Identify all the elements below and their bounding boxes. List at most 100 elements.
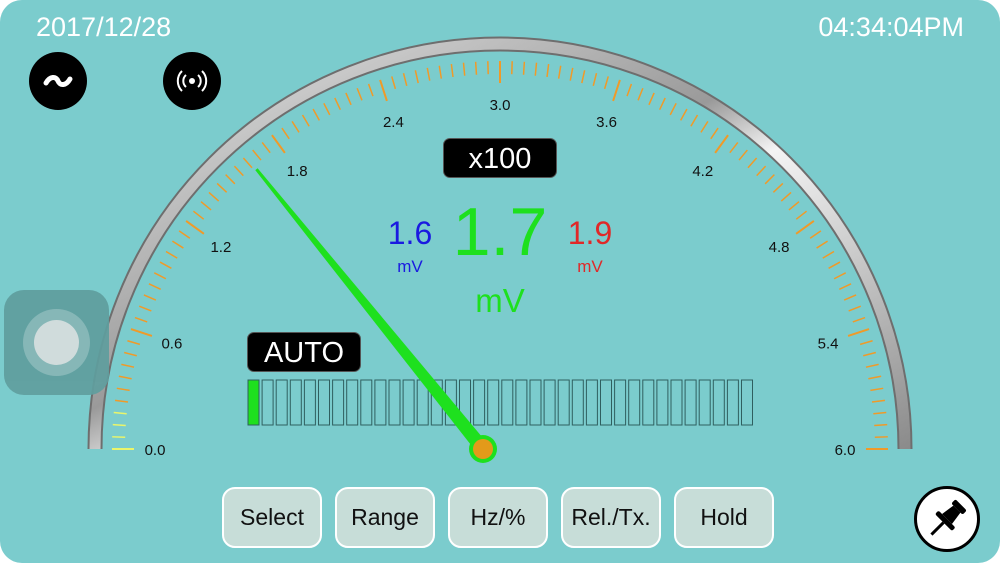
bar-graph-segment bbox=[318, 379, 330, 426]
gauge-tick bbox=[747, 157, 758, 169]
gauge-tick bbox=[252, 149, 262, 161]
relative-button[interactable]: Rel./Tx. bbox=[561, 487, 661, 548]
gauge-tick bbox=[242, 157, 253, 169]
gauge-tick bbox=[391, 76, 397, 90]
bar-graph-segment bbox=[303, 379, 316, 426]
select-button[interactable]: Select bbox=[222, 487, 322, 548]
needle-hub-cap bbox=[473, 439, 493, 459]
gauge-tick bbox=[165, 250, 178, 259]
gauge-tick bbox=[710, 127, 719, 140]
bar-graph bbox=[247, 379, 753, 426]
gauge-tick bbox=[192, 210, 205, 220]
bar-graph-segment bbox=[600, 379, 612, 426]
gauge-tick bbox=[764, 174, 775, 185]
hz-percent-button[interactable]: Hz/% bbox=[448, 487, 548, 548]
bar-graph-segment bbox=[670, 379, 683, 426]
gauge-tick bbox=[729, 141, 739, 154]
gauge-tick bbox=[233, 165, 244, 177]
gauge-tick bbox=[312, 108, 320, 121]
gauge-tick bbox=[200, 201, 212, 211]
gauge-tick bbox=[185, 220, 205, 235]
gauge-tick bbox=[863, 351, 876, 357]
gauge-tick bbox=[714, 134, 729, 154]
gauge-tick bbox=[871, 399, 886, 403]
hold-button[interactable]: Hold bbox=[674, 487, 774, 548]
main-value: 1.7 bbox=[452, 194, 548, 270]
gauge-tick bbox=[795, 220, 815, 235]
gauge-tick bbox=[414, 70, 419, 84]
gauge-tick bbox=[130, 328, 153, 337]
max-unit: mV bbox=[577, 257, 603, 276]
bar-graph-segment bbox=[585, 379, 598, 426]
gauge-tick bbox=[116, 387, 130, 392]
gauge-tick bbox=[216, 182, 228, 193]
gauge-tick bbox=[833, 272, 847, 280]
bar-graph-segment bbox=[388, 379, 401, 426]
gauge-tick bbox=[843, 294, 857, 301]
bar-graph-segment bbox=[360, 379, 373, 426]
gauge-tick bbox=[809, 230, 822, 239]
bar-graph-segment bbox=[261, 379, 274, 426]
gauge-tick bbox=[438, 65, 443, 79]
gauge-tick bbox=[301, 114, 310, 127]
bar-graph-segment bbox=[247, 379, 260, 426]
gauge-tick bbox=[121, 363, 135, 368]
gauge-scale-label: 5.4 bbox=[818, 335, 839, 352]
gauge-tick bbox=[581, 70, 586, 84]
gauge-tick bbox=[225, 174, 236, 185]
gauge-tick bbox=[848, 305, 862, 312]
gauge-tick bbox=[780, 191, 792, 202]
gauge-tick bbox=[402, 73, 408, 86]
gauge-tick bbox=[118, 375, 132, 380]
gauge-tick bbox=[356, 87, 363, 101]
gauge-tick bbox=[612, 79, 621, 102]
gauge-tick bbox=[291, 120, 300, 133]
bar-graph-segment bbox=[332, 379, 345, 426]
bar-graph-segment bbox=[628, 379, 641, 426]
auto-range-badge: AUTO bbox=[247, 332, 361, 372]
gauge-tick bbox=[648, 92, 655, 106]
gauge-tick bbox=[153, 272, 167, 280]
gauge-tick bbox=[816, 240, 829, 249]
gauge-tick bbox=[873, 411, 887, 415]
pin-button[interactable] bbox=[914, 486, 980, 552]
gauge-tick bbox=[462, 62, 466, 76]
gauge-scale-label: 3.0 bbox=[490, 97, 511, 114]
gauge-tick bbox=[626, 83, 633, 97]
bar-graph-segment bbox=[741, 379, 753, 426]
gauge-scale-label: 0.6 bbox=[161, 335, 182, 352]
gauge-tick bbox=[171, 240, 184, 249]
bar-graph-segment bbox=[346, 379, 359, 426]
gauge-scale-label: 4.8 bbox=[769, 239, 790, 256]
bar-graph-segment bbox=[712, 379, 725, 426]
gauge-tick bbox=[323, 102, 331, 116]
gauge-tick bbox=[159, 261, 172, 269]
gauge-tick bbox=[569, 67, 574, 81]
gauge-tick bbox=[134, 316, 148, 323]
gauge-tick bbox=[114, 399, 129, 403]
gauge-tick bbox=[738, 149, 748, 161]
gauge-tick bbox=[680, 108, 688, 121]
range-button[interactable]: Range bbox=[335, 487, 435, 548]
bar-graph-segment bbox=[275, 379, 288, 426]
bar-graph-segment bbox=[642, 379, 655, 426]
gauge-tick bbox=[690, 114, 699, 127]
gauge-tick bbox=[795, 210, 808, 220]
gauge-tick bbox=[700, 120, 709, 133]
bar-graph-segment bbox=[487, 379, 500, 426]
gauge-scale-label: 0.0 bbox=[145, 442, 166, 459]
bar-graph-segment bbox=[529, 379, 542, 426]
gauge-tick bbox=[822, 250, 835, 259]
range-multiplier-badge: x100 bbox=[443, 138, 557, 178]
gauge-tick bbox=[557, 65, 562, 79]
gauge-tick bbox=[127, 340, 141, 346]
gauge-scale-label: 1.2 bbox=[210, 239, 231, 256]
max-value: 1.9 bbox=[567, 215, 613, 251]
bar-graph-segment bbox=[289, 379, 302, 426]
gauge-tick bbox=[143, 294, 157, 301]
gauge-tick bbox=[474, 61, 478, 75]
gauge-tick bbox=[271, 134, 286, 154]
assistive-touch-button[interactable] bbox=[4, 290, 109, 395]
bar-graph-segment bbox=[656, 379, 669, 426]
gauge-tick bbox=[852, 316, 866, 323]
